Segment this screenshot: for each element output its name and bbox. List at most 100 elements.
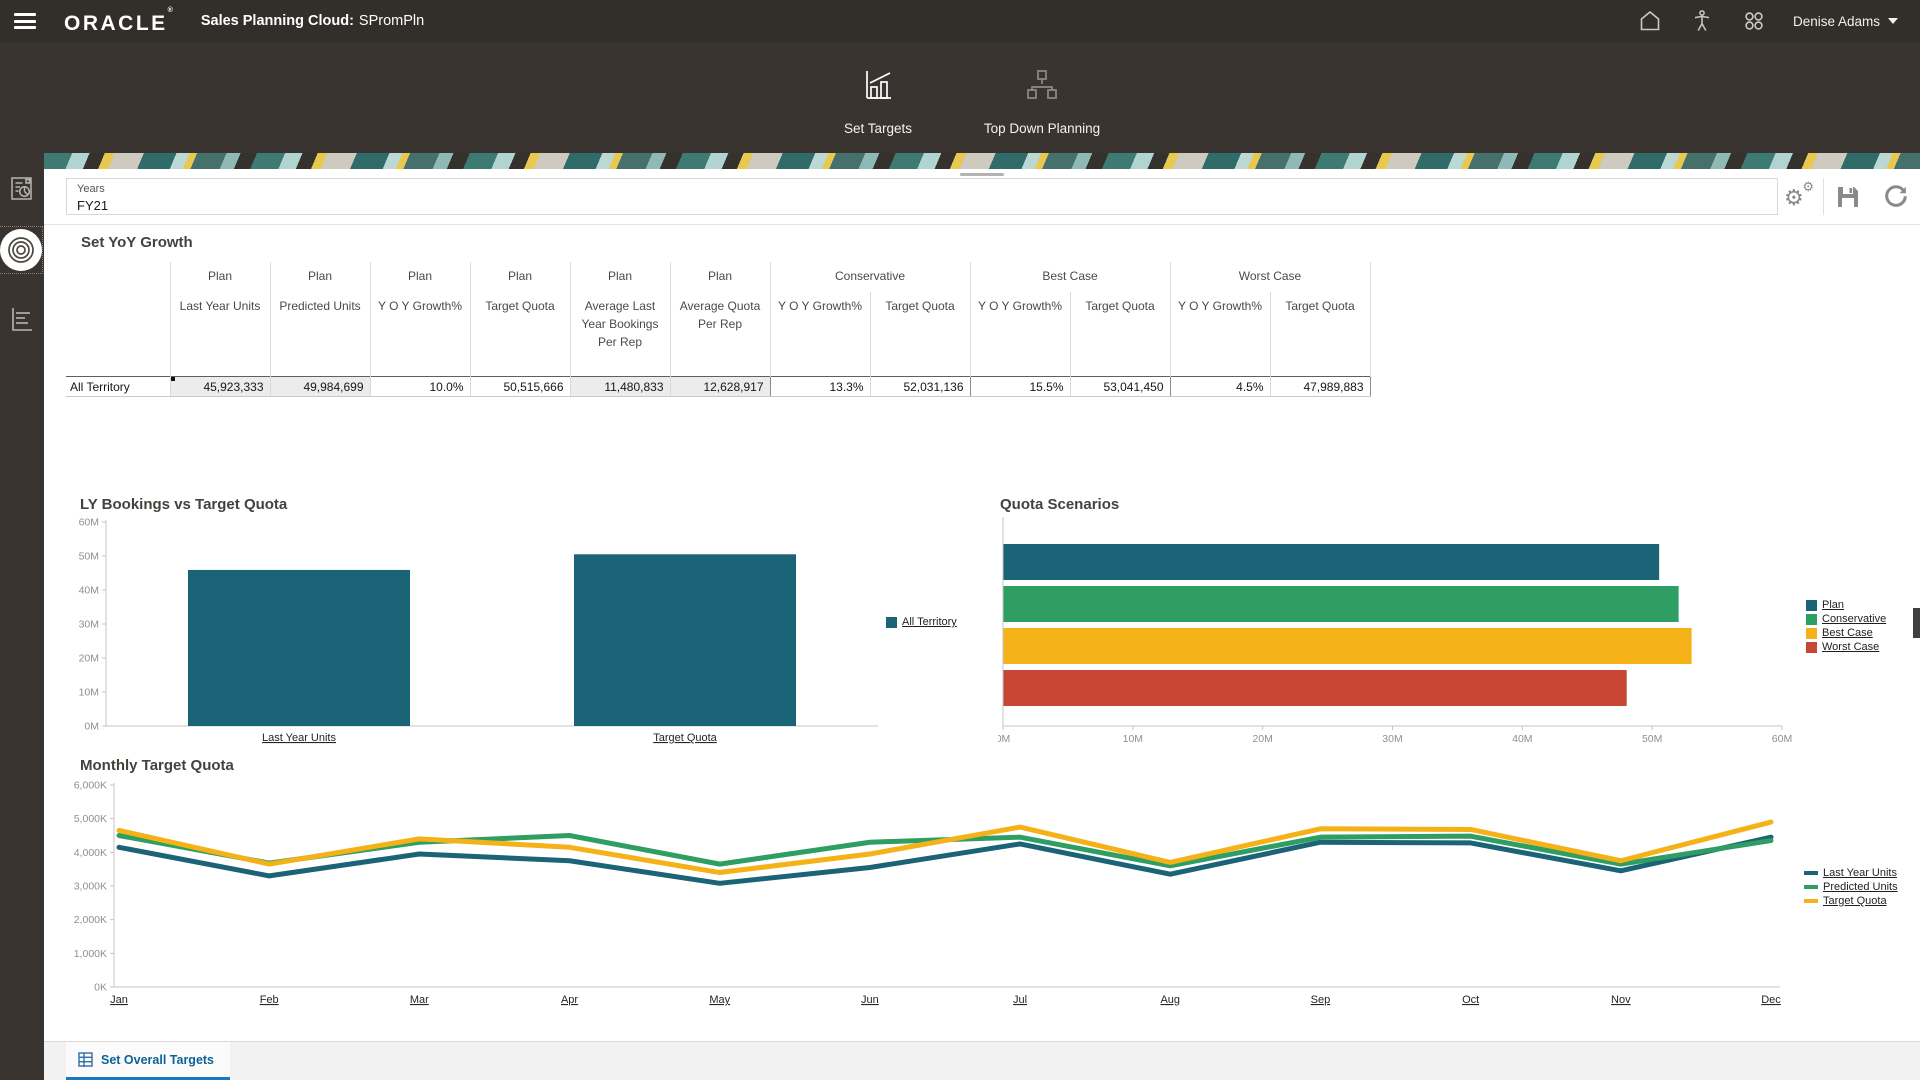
- x-axis-month-label[interactable]: Jan: [110, 994, 128, 1006]
- pov-member-selector[interactable]: Years FY21: [66, 178, 1778, 215]
- grid-cell[interactable]: 49,984,699: [270, 377, 370, 397]
- app-title: Sales Planning Cloud: SPromPln: [201, 13, 424, 29]
- application-window: ORACLE® Sales Planning Cloud:SPromPln De…: [0, 0, 1920, 1080]
- grid-cell[interactable]: 11,480,833: [570, 377, 670, 397]
- grid-corner: [66, 292, 170, 377]
- x-axis-month-label[interactable]: Dec: [1761, 994, 1781, 1006]
- x-axis-month-label[interactable]: Aug: [1160, 994, 1180, 1006]
- left-sidebar: [0, 153, 44, 1080]
- hierarchy-icon: [1024, 68, 1060, 107]
- sidebar-item-set-targets-active[interactable]: [0, 227, 42, 273]
- column-header: Average Last Year Bookings Per Rep: [570, 292, 670, 377]
- nav-tab-top-down-planning[interactable]: Top Down Planning: [982, 68, 1102, 136]
- grid-cell[interactable]: 52,031,136: [870, 377, 970, 397]
- legend-item[interactable]: Best Case: [1806, 627, 1886, 639]
- x-axis-month-label[interactable]: Sep: [1311, 994, 1331, 1006]
- column-group-header: Conservative: [770, 262, 970, 292]
- nav-tab-set-targets[interactable]: Set Targets: [818, 68, 938, 136]
- accessibility-icon[interactable]: [1689, 8, 1715, 34]
- x-tick-label: 40M: [1512, 733, 1532, 745]
- chart-title-monthly-target-quota: Monthly Target Quota: [80, 757, 234, 774]
- grid-cell[interactable]: 4.5%: [1170, 377, 1270, 397]
- user-menu[interactable]: Denise Adams: [1793, 14, 1898, 29]
- x-tick-label: 30M: [1382, 733, 1402, 745]
- horizontal-bars-icon[interactable]: [0, 299, 44, 339]
- grid-cell[interactable]: 13.3%: [770, 377, 870, 397]
- x-axis-month-label[interactable]: Nov: [1611, 994, 1631, 1006]
- report-icon[interactable]: [0, 169, 44, 209]
- app-title-product: Sales Planning Cloud:: [201, 13, 354, 29]
- column-header: Predicted Units: [270, 292, 370, 377]
- bottom-tab-label: Set Overall Targets: [101, 1053, 214, 1067]
- x-axis-month-label[interactable]: Feb: [260, 994, 279, 1006]
- grid-cell[interactable]: 53,041,450: [1070, 377, 1170, 397]
- column-group-header: Plan: [370, 262, 470, 292]
- column-header: Y O Y Growth%: [770, 292, 870, 377]
- decorative-banner: [44, 153, 1920, 169]
- pov-collapse-handle[interactable]: [960, 173, 1004, 176]
- y-tick-label: 2,000K: [74, 914, 107, 926]
- legend-swatch: [1806, 614, 1817, 625]
- column-header: Target Quota: [470, 292, 570, 377]
- settings-gear-icon[interactable]: ⚙⚙: [1775, 178, 1823, 215]
- legend-swatch: [1804, 899, 1818, 903]
- legend-item[interactable]: Plan: [1806, 599, 1886, 611]
- x-axis-month-label[interactable]: Jul: [1013, 994, 1027, 1006]
- legend-label: All Territory: [902, 616, 957, 628]
- bar-plan[interactable]: [1004, 544, 1660, 580]
- user-caret-icon: [1888, 18, 1898, 24]
- grid-cell[interactable]: 47,989,883: [1270, 377, 1370, 397]
- column-header: Average Quota Per Rep: [670, 292, 770, 377]
- chart-title-ly-bookings: LY Bookings vs Target Quota: [80, 496, 287, 513]
- y-tick-label: 40M: [79, 585, 99, 597]
- bar-best-case[interactable]: [1004, 628, 1692, 664]
- save-icon[interactable]: [1824, 178, 1872, 215]
- column-group-header: Plan: [570, 262, 670, 292]
- pov-bar: Years FY21 ⚙⚙: [44, 169, 1920, 225]
- legend-item[interactable]: All Territory: [886, 616, 957, 628]
- x-axis-month-label[interactable]: Oct: [1462, 994, 1479, 1006]
- category-label[interactable]: Last Year Units: [262, 732, 336, 744]
- legend-label: Worst Case: [1822, 641, 1879, 653]
- column-group-header: Worst Case: [1170, 262, 1370, 292]
- legend-item[interactable]: Predicted Units: [1804, 881, 1898, 893]
- x-tick-label: 10M: [1123, 733, 1143, 745]
- column-header: Target Quota: [1270, 292, 1370, 377]
- bar-conservative[interactable]: [1004, 586, 1679, 622]
- legend-item[interactable]: Worst Case: [1806, 641, 1886, 653]
- x-axis-month-label[interactable]: Jun: [861, 994, 879, 1006]
- grid-cell[interactable]: 15.5%: [970, 377, 1070, 397]
- legend-item[interactable]: Conservative: [1806, 613, 1886, 625]
- refresh-icon[interactable]: [1872, 178, 1920, 215]
- legend-label: Plan: [1822, 599, 1844, 611]
- bar-target-quota[interactable]: [574, 554, 796, 726]
- apps-grid-icon[interactable]: [1741, 8, 1767, 34]
- category-label[interactable]: Target Quota: [653, 732, 717, 744]
- app-title-instance: SPromPln: [359, 13, 424, 29]
- tab-set-overall-targets[interactable]: Set Overall Targets: [66, 1042, 230, 1080]
- set-yoy-growth-grid: PlanPlanPlanPlanPlanPlanConservativeBest…: [66, 262, 1371, 397]
- x-axis-month-label[interactable]: May: [709, 994, 730, 1006]
- y-tick-label: 60M: [79, 517, 99, 529]
- grid-cell[interactable]: 45,923,333: [170, 377, 270, 397]
- bar-chart-icon: [860, 68, 896, 107]
- hamburger-menu-icon[interactable]: [14, 13, 36, 29]
- monthly-target-quota-legend: Last Year Units Predicted Units Target Quo…: [1804, 867, 1898, 907]
- grid-cell[interactable]: 50,515,666: [470, 377, 570, 397]
- bar-last-year-units[interactable]: [188, 570, 410, 726]
- grid-cell[interactable]: 10.0%: [370, 377, 470, 397]
- vertical-scrollbar-thumb[interactable]: [1913, 608, 1920, 638]
- legend-item[interactable]: Target Quota: [1804, 895, 1898, 907]
- grid-cell[interactable]: 12,628,917: [670, 377, 770, 397]
- y-tick-label: 30M: [79, 619, 99, 631]
- x-axis-month-label[interactable]: Mar: [410, 994, 429, 1006]
- legend-item[interactable]: Last Year Units: [1804, 867, 1898, 879]
- column-header: Last Year Units: [170, 292, 270, 377]
- nav-tab-label: Top Down Planning: [984, 121, 1100, 136]
- home-icon[interactable]: [1637, 8, 1663, 34]
- y-tick-label: 50M: [79, 551, 99, 563]
- bar-worst-case[interactable]: [1004, 670, 1627, 706]
- grid-corner: [66, 262, 170, 292]
- x-axis-month-label[interactable]: Apr: [561, 994, 578, 1006]
- legend-swatch: [1804, 871, 1818, 875]
